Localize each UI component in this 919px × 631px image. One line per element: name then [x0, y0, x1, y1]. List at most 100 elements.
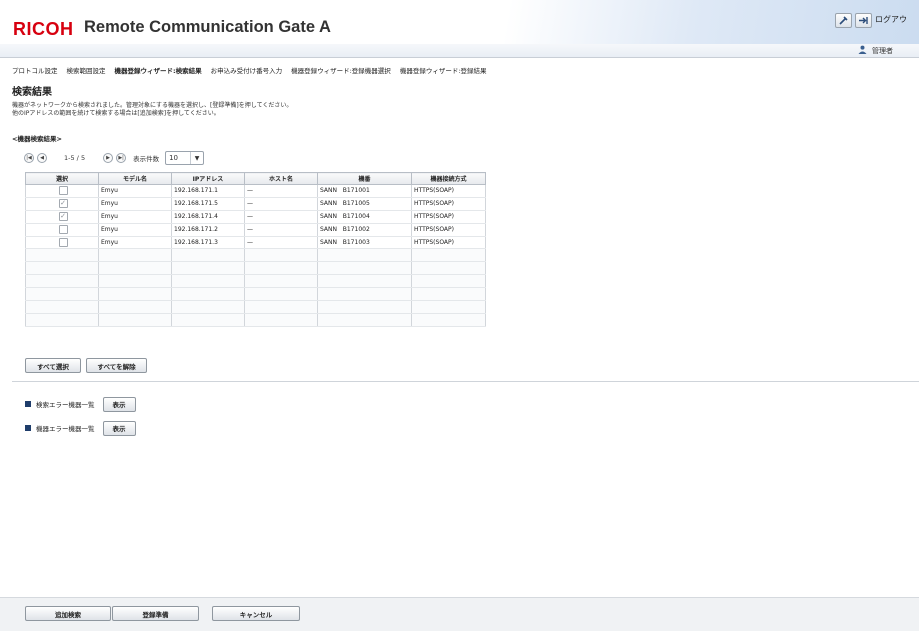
menu-select-devices[interactable]: 機器登録ウィザード:登録機器選択 [291, 65, 391, 75]
cell-serial: SANN B171005 [317, 197, 412, 211]
device-error-label: 機器エラー機器一覧 [36, 425, 95, 433]
next-page-icon[interactable]: ▶ [103, 153, 114, 163]
search-error-label: 検索エラー機器一覧 [36, 401, 95, 409]
serial-number: B171004 [342, 213, 370, 221]
col-ip[interactable]: IPアドレス [171, 172, 245, 185]
pager: |◀ ◀ 1-5 / 5 ▶ ▶| 表示件数 10 ▼ [24, 150, 205, 166]
table-row[interactable]: ✓ Emyu 192.168.171.4— SANN B171004 HTTPS(SOA… [25, 210, 486, 224]
ricoh-logo: RICOH [13, 19, 74, 39]
table-row[interactable]: Emyu 192.168.171.3— SANN B171003 HTTPS(SOAP… [25, 236, 486, 250]
divider [12, 381, 919, 382]
cell-host: — [244, 223, 318, 237]
cell-model: Emyu [98, 210, 172, 224]
row-checkbox-cell [25, 184, 99, 198]
logout-link[interactable]: ログアウ [875, 14, 907, 25]
cell-ip: 192.168.171.4 [171, 210, 245, 224]
cell-ip: 192.168.171.5 [171, 197, 245, 211]
cell-host: — [244, 184, 318, 198]
serial-number: B171005 [342, 200, 370, 208]
menu-protocol-settings[interactable]: プロトコル設定 [12, 65, 58, 75]
logout-arrow-icon[interactable] [855, 13, 872, 28]
menu-search-range[interactable]: 検索範囲設定 [67, 65, 106, 75]
page-title: 検索結果 [12, 87, 52, 98]
cell-host: — [244, 210, 318, 224]
description-line-1: 機器がネットワークから検索されました。管理対象にする機器を選択し、[登録準備]を… [12, 102, 293, 109]
empty-table-row [25, 248, 486, 263]
cell-host: — [244, 236, 318, 250]
per-page-label: 表示件数 [133, 155, 160, 163]
app-header: RICOH Remote Communication Gate A ログアウ 管… [0, 0, 919, 58]
prepare-registration-button[interactable]: 登録準備 [112, 606, 199, 621]
first-page-icon[interactable]: |◀ [24, 153, 34, 163]
cell-model: Emyu [98, 197, 172, 211]
cell-connection: HTTPS(SOAP) [411, 184, 486, 198]
empty-table-row [25, 313, 486, 327]
empty-table-row [25, 287, 486, 302]
menu-registration-result[interactable]: 機器登録ウィザード:登録結果 [400, 65, 487, 75]
show-search-errors-button[interactable]: 表示 [102, 396, 136, 412]
row-checkbox[interactable] [58, 238, 68, 247]
description-line-2: 他のIPアドレスの範囲を続けて検索する場合は[追加検索]を押してください。 [12, 109, 220, 117]
search-error-row: 検索エラー機器一覧 表示 [25, 396, 136, 412]
cell-serial: SANN B171002 [317, 223, 412, 237]
table-row[interactable]: ✓ Emyu 192.168.171.5— SANN B171005 HTTPS(SOA… [25, 197, 486, 211]
select-all-button[interactable]: すべて選択 [25, 358, 81, 373]
cell-connection: HTTPS(SOAP) [411, 223, 486, 237]
per-page-value: 10 [169, 154, 178, 162]
cell-serial: SANN B171003 [317, 236, 412, 250]
prev-page-icon[interactable]: ◀ [37, 153, 47, 163]
show-device-errors-button[interactable]: 表示 [102, 420, 136, 436]
wrench-icon[interactable] [835, 13, 852, 28]
row-checkbox[interactable] [58, 225, 68, 235]
product-title: Remote Communication Gate A [84, 18, 331, 36]
add-search-button[interactable]: 追加検索 [25, 606, 111, 621]
col-select: 選択 [25, 172, 99, 185]
bullet-square-icon [25, 425, 31, 431]
cell-connection: HTTPS(SOAP) [411, 197, 486, 211]
per-page-select[interactable]: 10 ▼ [165, 151, 205, 165]
serial-prefix: SANN [320, 239, 338, 246]
empty-table-row [25, 300, 486, 314]
results-table: 選択 モデル名 IPアドレス ホスト名 機番 機器接続方式 Emyu 192.16… [25, 172, 486, 327]
last-page-icon[interactable]: ▶| [116, 153, 127, 163]
empty-table-row [25, 274, 486, 289]
cell-ip: 192.168.171.3 [171, 236, 245, 250]
row-checkbox[interactable]: ✓ [58, 199, 68, 209]
col-host[interactable]: ホスト名 [244, 172, 318, 185]
table-header-row: 選択 モデル名 IPアドレス ホスト名 機番 機器接続方式 [25, 172, 486, 185]
cell-connection: HTTPS(SOAP) [411, 210, 486, 224]
chevron-down-icon: ▼ [190, 152, 203, 164]
cell-serial: SANN B171004 [317, 210, 412, 224]
col-serial[interactable]: 機番 [317, 172, 412, 185]
serial-number: B171003 [342, 239, 370, 246]
page-range: 1-5 / 5 [64, 154, 86, 162]
cell-model: Emyu [98, 184, 172, 198]
bullet-square-icon [25, 401, 31, 407]
wizard-menu: プロトコル設定 検索範囲設定 機器登録ウィザード:検索結果 お申込み受付け番号入… [0, 62, 919, 78]
serial-prefix: SANN [320, 187, 338, 195]
user-icon [858, 45, 867, 54]
table-row[interactable]: Emyu 192.168.171.1— SANN B171001 HTTPS(SOAP… [25, 184, 486, 198]
row-checkbox[interactable] [58, 186, 68, 196]
row-checkbox-cell: ✓ [25, 210, 99, 224]
row-checkbox-cell: ✓ [25, 197, 99, 211]
menu-search-results[interactable]: 機器登録ウィザード:検索結果 [115, 65, 202, 75]
col-connection[interactable]: 機器接続方式 [411, 172, 486, 185]
cell-connection: HTTPS(SOAP) [411, 236, 486, 250]
empty-table-row [25, 261, 486, 276]
cell-host: — [244, 197, 318, 211]
menu-order-number[interactable]: お申込み受付け番号入力 [211, 65, 283, 75]
row-checkbox-cell [25, 223, 99, 237]
cell-ip: 192.168.171.1 [171, 184, 245, 198]
user-name: 管理者 [872, 47, 893, 55]
cancel-button[interactable]: キャンセル [212, 606, 300, 621]
serial-prefix: SANN [320, 200, 338, 208]
cell-serial: SANN B171001 [317, 184, 412, 198]
page-description: 機器がネットワークから検索されました。管理対象にする機器を選択し、[登録準備]を… [12, 102, 292, 117]
cell-ip: 192.168.171.2 [171, 223, 245, 237]
col-model[interactable]: モデル名 [98, 172, 172, 185]
cell-model: Emyu [98, 236, 172, 250]
row-checkbox[interactable]: ✓ [58, 212, 68, 222]
table-row[interactable]: Emyu 192.168.171.2— SANN B171002 HTTPS(SOAP… [25, 223, 486, 237]
deselect-all-button[interactable]: すべてを解除 [86, 358, 147, 373]
